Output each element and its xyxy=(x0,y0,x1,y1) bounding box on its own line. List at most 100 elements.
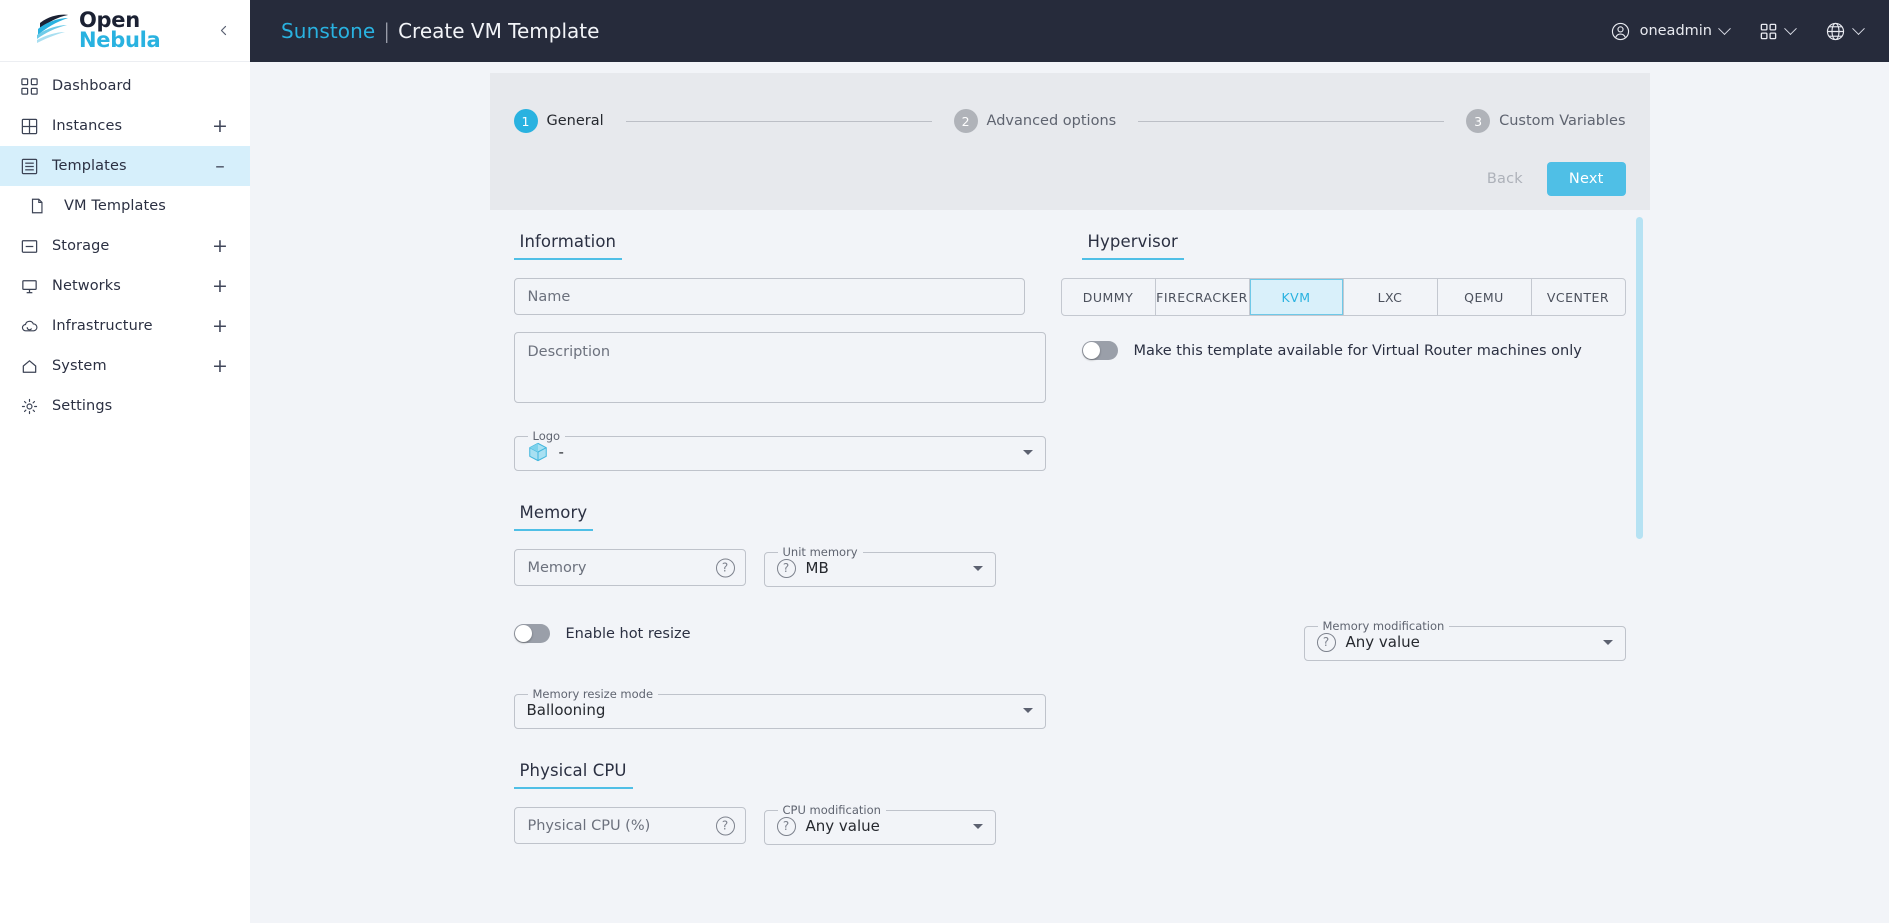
top-header: Sunstone | Create VM Template oneadmin xyxy=(250,0,1889,62)
chevron-down-icon xyxy=(1784,21,1797,35)
sidebar-item-vm-templates[interactable]: VM Templates xyxy=(0,186,250,226)
sidebar-item-settings[interactable]: Settings xyxy=(0,386,250,426)
next-button[interactable]: Next xyxy=(1546,162,1626,196)
step-label: General xyxy=(546,113,604,129)
sidebar-item-storage[interactable]: Storage + xyxy=(0,226,250,266)
sidebar-item-networks[interactable]: Networks + xyxy=(0,266,250,306)
account-circle-icon xyxy=(1611,22,1629,40)
memory-input[interactable] xyxy=(513,549,746,586)
sidebar-expand-toggle[interactable]: + xyxy=(212,236,228,256)
name-field-wrap xyxy=(490,278,1049,316)
hot-resize-label: Enable hot resize xyxy=(565,625,691,642)
cpu-modification-select[interactable]: CPU modification ? Any value xyxy=(763,803,996,845)
dashboard-icon xyxy=(12,77,46,96)
physical-cpu-input-wrap: ? xyxy=(513,807,746,844)
chevron-down-icon xyxy=(1718,21,1731,35)
user-menu-button[interactable]: oneadmin xyxy=(1610,14,1731,48)
templates-icon xyxy=(12,157,46,176)
unit-memory-select[interactable]: Unit memory ? MB xyxy=(763,545,996,587)
sidebar-item-infrastructure[interactable]: Infrastructure + xyxy=(0,306,250,346)
sidebar-item-label: Templates xyxy=(52,158,127,174)
sidebar-expand-toggle[interactable]: + xyxy=(212,276,228,296)
sidebar-item-label: Settings xyxy=(52,398,113,414)
file-icon xyxy=(12,197,62,215)
description-field-wrap xyxy=(490,332,1070,403)
sidebar-item-label: System xyxy=(52,358,107,374)
back-button[interactable]: Back xyxy=(1473,163,1537,195)
sidebar-expand-toggle[interactable]: + xyxy=(212,316,228,336)
hypervisor-option-vcenter[interactable]: VCENTER xyxy=(1532,279,1625,315)
help-circle-icon[interactable]: ? xyxy=(715,816,735,835)
physical-cpu-fields-row: ? CPU modification ? Any value xyxy=(490,803,1650,845)
toggle-knob xyxy=(1082,342,1100,359)
vrouter-toggle-row[interactable]: Make this template available for Virtual… xyxy=(1081,341,1626,360)
hypervisor-title-wrap: Hypervisor xyxy=(1070,232,1650,278)
sidebar: Open Nebula Dashboard Instances + Templa… xyxy=(0,0,250,923)
step-connector xyxy=(625,120,932,122)
step-number: 2 xyxy=(953,109,978,133)
hypervisor-option-firecracker[interactable]: FIRECRACKER xyxy=(1156,279,1250,315)
wizard-stepper: 1 General 2 Advanced options 3 Custom Va… xyxy=(513,99,1626,133)
opennebula-logo[interactable]: Open Nebula xyxy=(34,10,210,52)
hypervisor-option-dummy[interactable]: DUMMY xyxy=(1062,279,1156,315)
information-title-wrap: Information xyxy=(490,232,1070,278)
physical-cpu-input[interactable] xyxy=(513,807,746,844)
apps-grid-icon xyxy=(1760,23,1777,39)
memory-modification-legend: Memory modification xyxy=(1322,619,1445,633)
step-number: 3 xyxy=(1466,109,1491,133)
chevron-down-icon xyxy=(1852,21,1865,35)
step-custom-variables[interactable]: 3 Custom Variables xyxy=(1466,109,1626,133)
description-textarea[interactable] xyxy=(513,332,1046,403)
apps-menu-button[interactable] xyxy=(1759,14,1797,48)
memory-resize-mode-legend: Memory resize mode xyxy=(532,687,654,701)
sidebar-item-templates[interactable]: Templates – xyxy=(0,146,250,186)
memory-resize-mode-select[interactable]: Memory resize mode Ballooning xyxy=(513,687,1046,729)
page-title: Create VM Template xyxy=(398,19,600,43)
logo-select[interactable]: Logo - xyxy=(513,429,1046,471)
sidebar-expand-toggle[interactable]: + xyxy=(212,356,228,376)
sidebar-item-dashboard[interactable]: Dashboard xyxy=(0,66,250,106)
step-number: 1 xyxy=(513,109,538,133)
hot-resize-toggle-switch[interactable] xyxy=(513,624,550,643)
sidebar-expand-toggle[interactable]: + xyxy=(212,116,228,136)
storage-icon xyxy=(12,237,46,256)
name-input[interactable] xyxy=(513,278,1025,315)
hypervisor-option-kvm[interactable]: KVM xyxy=(1249,279,1344,315)
language-menu-button[interactable] xyxy=(1825,14,1865,48)
wizard-actions: Back Next xyxy=(514,162,1626,196)
sidebar-item-system[interactable]: System + xyxy=(0,346,250,386)
help-circle-icon[interactable]: ? xyxy=(715,558,735,577)
hot-resize-row: Enable hot resize Memory modification ? … xyxy=(490,615,1650,661)
grid-icon xyxy=(12,117,46,136)
sidebar-collapse-toggle[interactable]: – xyxy=(212,156,228,176)
memory-input-wrap: ? xyxy=(513,549,746,586)
cloud-icon xyxy=(12,317,46,336)
hypervisor-option-lxc[interactable]: LXC xyxy=(1344,279,1438,315)
hypervisor-option-qemu[interactable]: QEMU xyxy=(1438,279,1532,315)
vertical-scrollbar-thumb[interactable] xyxy=(1635,217,1643,539)
hypervisor-section-title: Hypervisor xyxy=(1081,232,1184,260)
physical-cpu-title-row: Physical CPU xyxy=(490,761,1650,807)
logo-field-wrap: Logo - xyxy=(490,425,1070,471)
form-column: 1 General 2 Advanced options 3 Custom Va… xyxy=(489,62,1650,923)
hypervisor-toggle-group[interactable]: DUMMY FIRECRACKER KVM LXC QEMU VCENTER xyxy=(1060,278,1626,316)
logo-nebula-text: Nebula xyxy=(79,27,161,52)
chevron-left-icon xyxy=(220,25,226,36)
title-separator: | xyxy=(383,19,391,43)
sidebar-collapse-button[interactable] xyxy=(210,18,236,44)
app-title: Sunstone | Create VM Template xyxy=(281,19,599,43)
toggle-knob xyxy=(514,625,532,642)
hypervisor-wrap: DUMMY FIRECRACKER KVM LXC QEMU VCENTER xyxy=(1049,278,1650,316)
step-advanced-options[interactable]: 2 Advanced options xyxy=(953,109,1116,133)
sidebar-item-instances[interactable]: Instances + xyxy=(0,106,250,146)
step-general[interactable]: 1 General xyxy=(513,109,604,133)
general-form: Information Hypervisor DUMMY FIRECRACKER xyxy=(490,210,1650,885)
sidebar-item-label: Storage xyxy=(52,238,110,254)
vrouter-toggle-switch[interactable] xyxy=(1081,341,1118,360)
information-section-title: Information xyxy=(513,232,623,260)
memory-modification-select[interactable]: Memory modification ? Any value xyxy=(1303,619,1626,661)
unit-memory-legend: Unit memory xyxy=(782,545,858,559)
sidebar-item-label: Instances xyxy=(52,118,123,134)
hot-resize-toggle-row[interactable]: Enable hot resize xyxy=(513,624,1046,643)
memory-fields-row: ? Unit memory ? MB xyxy=(490,545,1650,587)
